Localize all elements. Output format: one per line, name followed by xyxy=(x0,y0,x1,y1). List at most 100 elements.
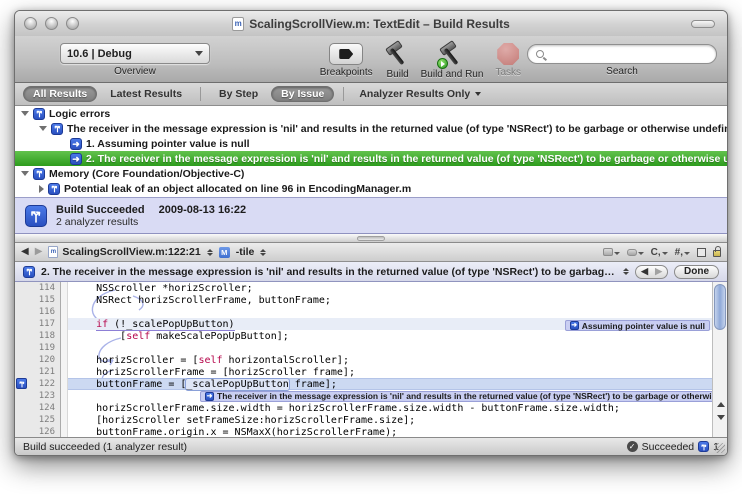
breakpoints-menu-button[interactable] xyxy=(627,249,644,256)
result-row-text: Memory (Core Foundation/Objective-C) xyxy=(49,168,244,180)
line-number[interactable]: 117 xyxy=(15,318,61,330)
document-icon: m xyxy=(232,17,244,31)
code-line[interactable]: 120 horizScroller = [self horizontalScro… xyxy=(15,354,712,366)
next-issue-button[interactable]: ▶ xyxy=(655,267,662,276)
code-line[interactable]: 115 NSRect horizScrollerFrame, buttonFra… xyxy=(15,294,712,306)
analyzer-message-text: 2. The receiver in the message expressio… xyxy=(41,266,615,278)
previous-issue-button[interactable]: ◀ xyxy=(641,267,648,276)
duplicate-icon[interactable] xyxy=(697,248,706,257)
file-icon: m xyxy=(48,246,58,258)
scm-status-badge: M xyxy=(219,247,230,258)
line-number[interactable]: 125 xyxy=(15,414,61,426)
scrollbar-thumb[interactable] xyxy=(714,284,726,330)
result-row[interactable]: The receiver in the message expression i… xyxy=(15,121,727,136)
code-text: NSRect horizScrollerFrame, buttonFrame; xyxy=(68,295,331,306)
code-line[interactable]: 125 [horizScroller setFrameSize:horizScr… xyxy=(15,414,712,426)
result-row-text: Logic errors xyxy=(49,108,110,120)
line-number[interactable]: 116 xyxy=(15,306,61,318)
symbol-popup[interactable]: -tile xyxy=(236,246,267,258)
disclosure-triangle-icon[interactable] xyxy=(39,126,47,131)
disclosure-triangle-icon[interactable] xyxy=(21,171,29,176)
disclosure-triangle-icon[interactable] xyxy=(21,111,29,116)
overview-label: Overview xyxy=(114,66,156,77)
build-button[interactable]: Build xyxy=(383,41,413,80)
result-row[interactable]: Potential leak of an object allocated on… xyxy=(15,181,727,196)
zoom-button[interactable] xyxy=(66,17,79,30)
focus-ribbon xyxy=(61,402,68,414)
filter-by-issue[interactable]: By Issue xyxy=(271,86,334,102)
code-line[interactable]: 122 buttonFrame = [_scalePopUpButton fra… xyxy=(15,378,712,390)
status-bar: Build succeeded (1 analyzer result) ✓ Su… xyxy=(15,437,727,455)
line-number[interactable]: 118 xyxy=(15,330,61,342)
scroll-up-button[interactable] xyxy=(713,398,727,411)
search-icon xyxy=(536,50,544,58)
result-row[interactable]: Memory (Core Foundation/Objective-C) xyxy=(15,166,727,181)
editor-nav-bar: ◀ ▶ m ScalingScrollView.m:122:21 M -tile… xyxy=(15,243,727,262)
close-button[interactable] xyxy=(24,17,37,30)
analyzer-results-only-menu[interactable]: Analyzer Results Only xyxy=(353,87,487,101)
counterpart-menu-button[interactable]: C, xyxy=(651,247,668,258)
splitter-handle[interactable] xyxy=(357,236,385,241)
breakpoints-button[interactable]: Breakpoints xyxy=(320,41,373,78)
toolbar-toggle-pill[interactable] xyxy=(691,20,715,28)
overview-popup[interactable]: 10.6 | Debug xyxy=(60,43,210,64)
lock-icon[interactable] xyxy=(713,250,721,257)
result-row[interactable]: ➜1. Assuming pointer value is null xyxy=(15,136,727,151)
code-line[interactable]: 114 NSScroller *horizScroller; xyxy=(15,282,712,294)
stop-sign-icon xyxy=(497,43,519,65)
history-forward-button[interactable]: ▶ xyxy=(35,247,43,257)
done-button[interactable]: Done xyxy=(674,265,719,279)
chevron-down-icon xyxy=(475,92,481,96)
line-number[interactable]: 124 xyxy=(15,402,61,414)
line-number[interactable]: 115 xyxy=(15,294,61,306)
focus-ribbon xyxy=(61,366,68,378)
disclosure-triangle-icon[interactable] xyxy=(39,185,44,193)
line-number[interactable]: 126 xyxy=(15,426,61,437)
bookmarks-menu-button[interactable] xyxy=(603,248,620,256)
analyzer-icon[interactable] xyxy=(698,441,709,452)
focus-ribbon xyxy=(61,342,68,354)
scroll-down-button[interactable] xyxy=(713,411,727,424)
filter-all-results[interactable]: All Results xyxy=(23,86,97,102)
pane-splitter[interactable] xyxy=(15,234,727,243)
build-and-run-button[interactable]: Build and Run xyxy=(421,41,484,80)
analyzer-gutter-icon[interactable] xyxy=(16,378,27,389)
issue-nav-buttons[interactable]: ◀ ▶ xyxy=(635,265,668,279)
code-pane[interactable]: 114 NSScroller *horizScroller;115 NSRect… xyxy=(15,282,712,437)
line-number[interactable]: 119 xyxy=(15,342,61,354)
line-number[interactable]: 120 xyxy=(15,354,61,366)
popup-arrows-icon xyxy=(207,249,213,256)
includes-menu-button[interactable]: #, xyxy=(675,247,690,258)
minimize-button[interactable] xyxy=(45,17,58,30)
vertical-scrollbar[interactable] xyxy=(712,282,727,437)
file-popup[interactable]: m ScalingScrollView.m:122:21 xyxy=(48,246,212,258)
line-number[interactable]: 121 xyxy=(15,366,61,378)
result-row[interactable]: Logic errors xyxy=(15,106,727,121)
code-line[interactable]: 119 xyxy=(15,342,712,354)
search-group: Search xyxy=(527,41,717,77)
search-input[interactable] xyxy=(548,48,708,60)
history-back-button[interactable]: ◀ xyxy=(21,247,29,257)
code-line[interactable]: 124 horizScrollerFrame.size.width = hori… xyxy=(15,402,712,414)
result-row-text: 2. The receiver in the message expressio… xyxy=(86,153,727,165)
line-number[interactable]: 114 xyxy=(15,282,61,294)
result-row[interactable]: ➜2. The receiver in the message expressi… xyxy=(15,151,727,166)
hammer-icon xyxy=(383,41,413,67)
build-succeeded-panel[interactable]: Build Succeeded 2009-08-13 16:22 2 analy… xyxy=(15,197,727,234)
line-number[interactable]: 123 xyxy=(15,390,61,402)
focus-ribbon xyxy=(61,318,68,330)
filter-latest-results[interactable]: Latest Results xyxy=(101,87,191,101)
code-line[interactable]: 116 xyxy=(15,306,712,318)
code-text: [horizScroller setFrameSize:horizScrolle… xyxy=(68,415,415,426)
line-number[interactable]: 122 xyxy=(15,378,61,390)
code-line[interactable]: 121 horizScrollerFrame = [horizScroller … xyxy=(15,366,712,378)
code-line[interactable]: 126 buttonFrame.origin.x = NSMaxX(horizS… xyxy=(15,426,712,437)
filter-by-step[interactable]: By Step xyxy=(210,87,267,101)
code-line[interactable]: 123➜The receiver in the message expressi… xyxy=(15,390,712,402)
search-field[interactable] xyxy=(527,44,717,64)
resize-grip[interactable] xyxy=(715,443,725,453)
tasks-button: Tasks xyxy=(495,41,521,78)
title-bar[interactable]: m ScalingScrollView.m: TextEdit – Build … xyxy=(15,11,727,36)
focus-ribbon xyxy=(61,390,68,402)
code-line[interactable]: 118 [self makeScalePopUpButton]; xyxy=(15,330,712,342)
